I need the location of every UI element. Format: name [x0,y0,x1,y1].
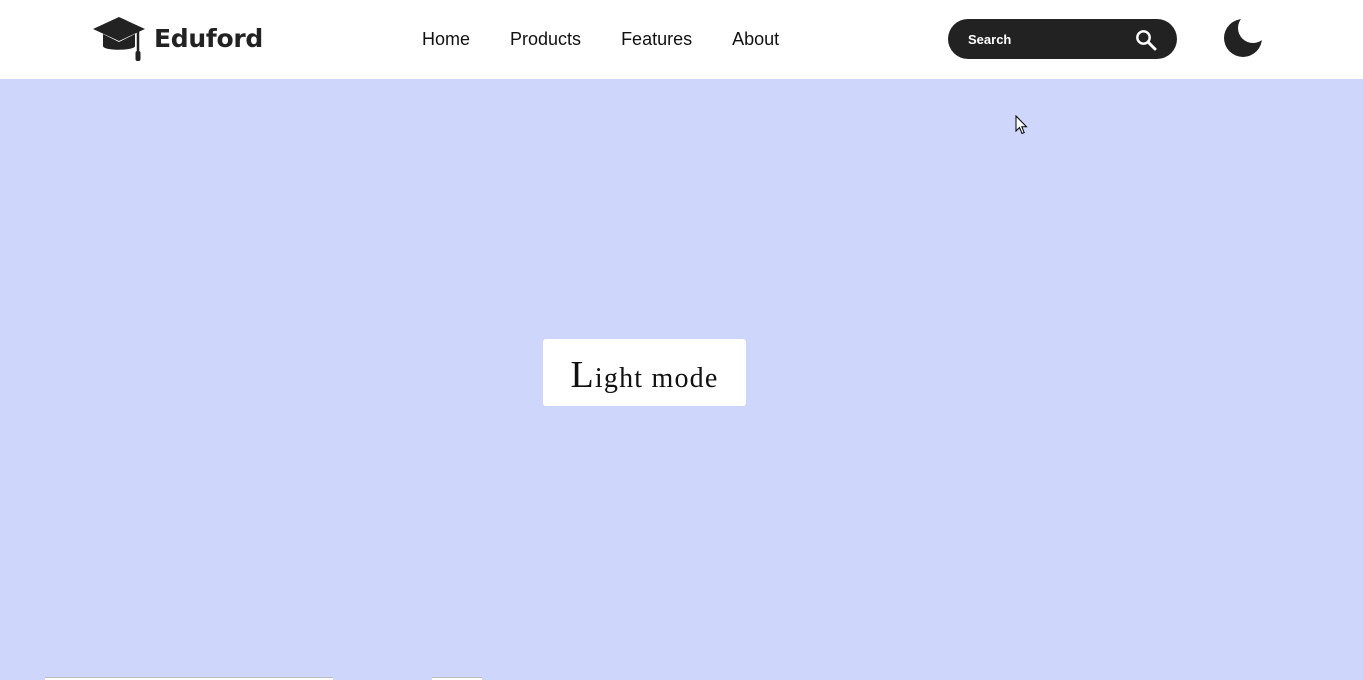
nav-link-products[interactable]: Products [510,28,581,50]
navbar: Eduford Home Products Features About [0,0,1363,79]
mouse-cursor-icon [1015,115,1028,135]
brand-name: Eduford [154,23,263,53]
nav-link-features[interactable]: Features [621,28,692,50]
search-input[interactable] [968,31,1118,47]
search-box [948,19,1177,59]
brand-logo[interactable]: Eduford [92,15,263,63]
main-nav: Home Products Features About [422,28,779,50]
nav-link-about[interactable]: About [732,28,779,50]
graduation-cap-icon [93,17,145,61]
search-icon[interactable] [1135,29,1157,51]
mode-label: Light mode [570,353,719,396]
nav-link-home[interactable]: Home [422,28,470,50]
moon-icon[interactable] [1222,17,1264,59]
mode-indicator-card: Light mode [543,339,746,406]
